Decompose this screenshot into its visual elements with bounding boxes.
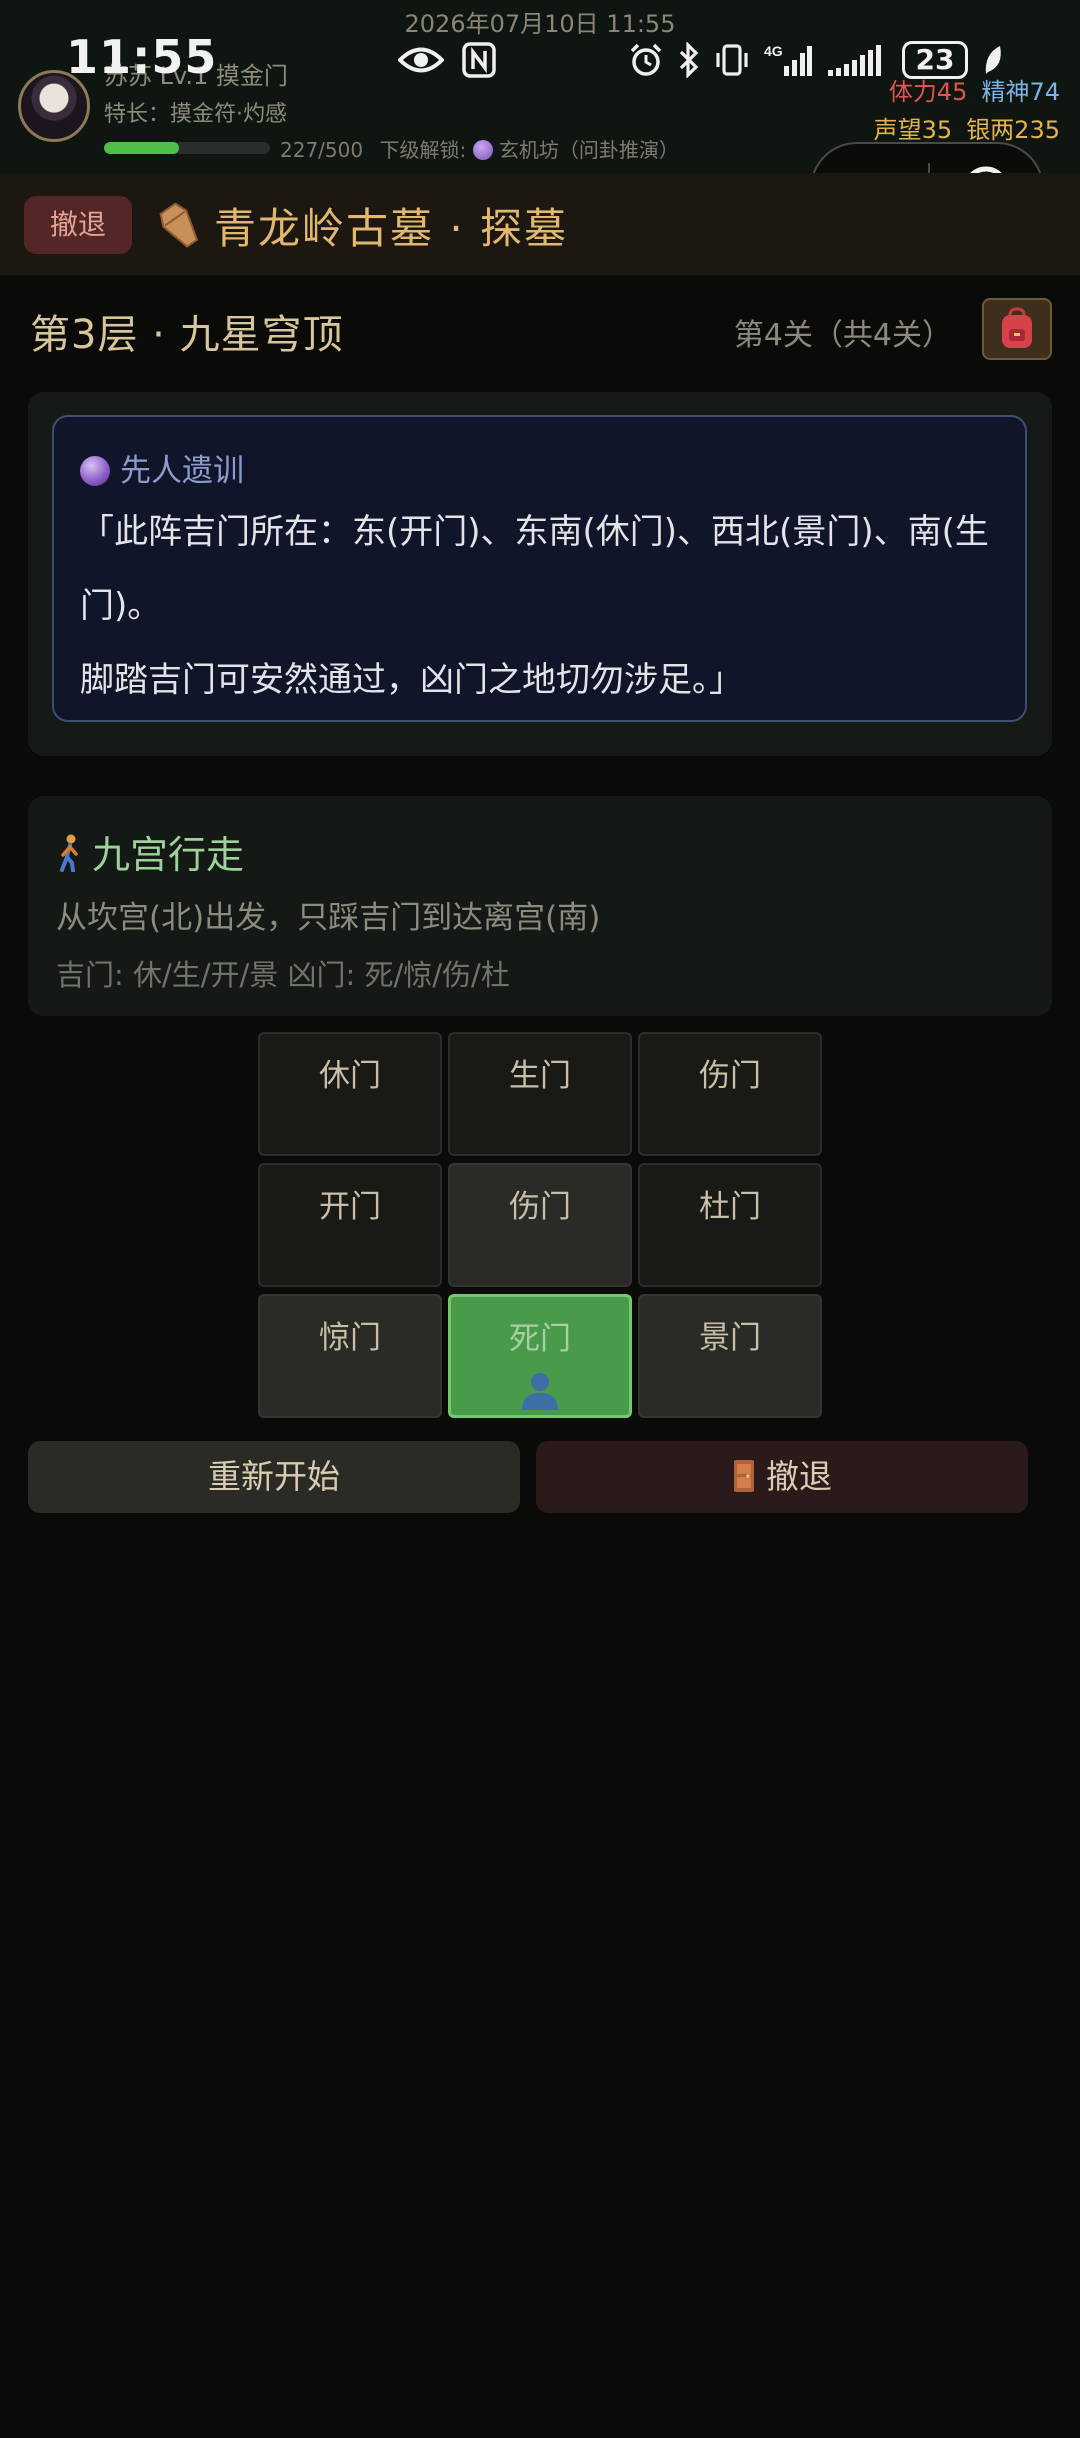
title-bar: 撤退 青龙岭古墓 · 探墓 [0, 173, 1080, 275]
cell-label: 伤门 [509, 1189, 571, 1225]
vibrate-icon [714, 42, 750, 78]
cell-label: 死门 [509, 1321, 571, 1357]
svg-text:4G: 4G [764, 43, 783, 59]
resource-stats: 声望35 银两235 [874, 110, 1060, 145]
eye-icon [398, 45, 444, 75]
backpack-icon [1002, 307, 1032, 348]
unlock-text: 玄机坊（问卦推演） [498, 138, 679, 162]
retreat-button[interactable]: 撤退 [536, 1441, 1028, 1513]
fame-stat: 声望35 [873, 116, 953, 144]
exp-value: 227/500 [280, 138, 364, 162]
player-specialty: 特长：摸金符·灼感 [104, 102, 287, 127]
silver-stat: 银两235 [966, 116, 1060, 144]
backpack-button[interactable] [982, 298, 1052, 360]
puzzle-description: 从坎宫(北)出发，只踩吉门到达离宫(南) [56, 900, 601, 936]
cell-label: 景门 [699, 1320, 761, 1356]
exp-progress-fill [104, 142, 180, 154]
restart-button[interactable]: 重新开始 [28, 1441, 520, 1513]
grid-cell-s[interactable]: 死门 [448, 1294, 632, 1418]
game-screen: 2026年07月10日 11:55 苏苏 Lv.1 摸金门 特长：摸金符·灼感 … [0, 0, 1080, 2438]
coffin-icon [156, 202, 204, 253]
status-icons-right: 4G 23 [628, 38, 1004, 82]
leaf-icon [982, 42, 1004, 78]
grid-cell-sw[interactable]: 惊门 [258, 1294, 442, 1418]
bluetooth-icon [678, 42, 700, 78]
alarm-icon [628, 42, 664, 78]
player-marker-icon [522, 1373, 558, 1410]
cell-label: 惊门 [319, 1320, 381, 1356]
spirit-stat: 精神74 [981, 78, 1060, 106]
dungeon-title: 青龙岭古墓 · 探墓 [214, 204, 569, 253]
grid-cell-center[interactable]: 伤门 [448, 1163, 632, 1287]
hint-title: 先人遗训 [80, 445, 244, 490]
status-time: 11:55 [66, 30, 218, 84]
gate-legend: 吉门: 休/生/开/景 凶门: 死/惊/伤/杜 [56, 958, 510, 992]
exp-info: 227/500 下级解锁: 玄机坊（问卦推演） [280, 134, 679, 163]
cell-label: 开门 [319, 1189, 381, 1225]
grid-cell-se[interactable]: 景门 [638, 1294, 822, 1418]
grid-cell-w[interactable]: 开门 [258, 1163, 442, 1287]
door-icon [734, 1460, 754, 1492]
retreat-chip-button[interactable]: 撤退 [24, 196, 132, 254]
ancestor-hint-box: 先人遗训 「此阵吉门所在：东(开门)、东南(休门)、西北(景门)、南(生门)。脚… [52, 415, 1027, 722]
nine-palace-grid: 休门 生门 伤门 开门 伤门 杜门 惊门 死门 景门 [258, 1032, 822, 1418]
cell-label: 休门 [319, 1058, 381, 1094]
walking-person-icon [60, 834, 78, 872]
stage-counter: 第4关（共4关） [733, 318, 952, 353]
unlock-prefix: 下级解锁: [379, 138, 467, 162]
signal-4g-icon: 4G [764, 42, 812, 78]
grid-cell-e[interactable]: 杜门 [638, 1163, 822, 1287]
puzzle-card: 九宫行走 从坎宫(北)出发，只踩吉门到达离宫(南) 吉门: 休/生/开/景 凶门… [28, 796, 1052, 1016]
cell-label: 伤门 [699, 1058, 761, 1094]
exp-progress-bar [104, 142, 270, 154]
puzzle-title: 九宫行走 [56, 824, 244, 879]
cell-label: 生门 [509, 1058, 571, 1094]
status-icons-center [398, 38, 496, 82]
hint-title-text: 先人遗训 [120, 453, 244, 489]
grid-cell-n[interactable]: 生门 [448, 1032, 632, 1156]
grid-cell-ne[interactable]: 伤门 [638, 1032, 822, 1156]
cell-label: 杜门 [699, 1189, 761, 1225]
puzzle-title-text: 九宫行走 [92, 833, 245, 877]
signal-icon [826, 42, 888, 78]
nfc-icon [462, 42, 496, 78]
stamina-stat: 体力45 [888, 78, 968, 106]
grid-cell-nw[interactable]: 休门 [258, 1032, 442, 1156]
battery-indicator: 23 [902, 41, 968, 79]
crystal-ball-icon [80, 456, 110, 486]
hint-text: 「此阵吉门所在：东(开门)、东南(休门)、西北(景门)、南(生门)。 脚踏吉门可安… [80, 512, 989, 700]
retreat-button-label: 撤退 [766, 1457, 832, 1496]
floor-title: 第3层 · 九星穹顶 [30, 312, 344, 358]
crystal-ball-icon [472, 140, 493, 160]
